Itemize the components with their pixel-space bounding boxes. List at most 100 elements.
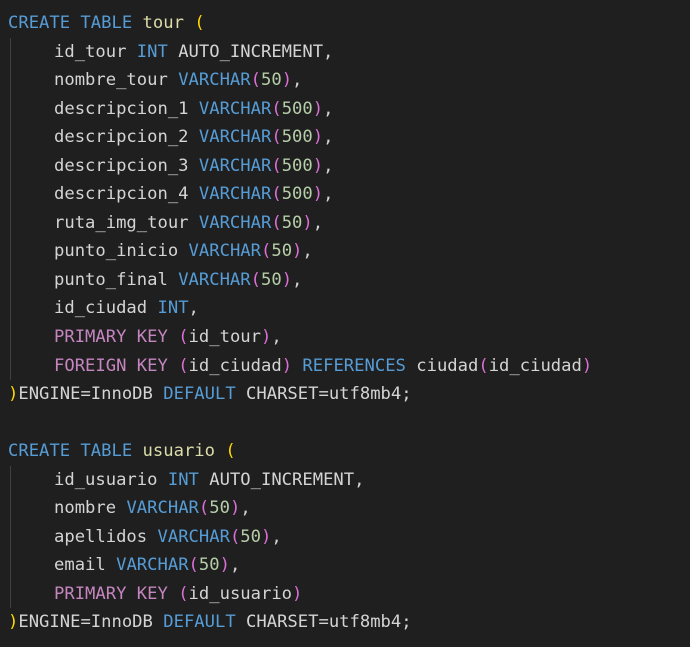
code-line[interactable]: descripcion_2 VARCHAR(500), bbox=[8, 123, 690, 152]
indent-guide bbox=[10, 151, 11, 181]
code-line[interactable]: CREATE TABLE usuario ( bbox=[8, 437, 690, 466]
bracket: ( bbox=[198, 498, 210, 519]
sql-keyword: CREATE TABLE bbox=[8, 13, 133, 33]
punctuation: , bbox=[271, 526, 282, 547]
identifier: descripcion_3 bbox=[54, 155, 189, 176]
table-name: usuario bbox=[142, 441, 215, 462]
bracket: ( bbox=[178, 355, 189, 376]
punctuation: , bbox=[323, 98, 334, 119]
indent-guide bbox=[10, 522, 11, 552]
identifier: nombre bbox=[54, 498, 117, 519]
indent-guide bbox=[10, 180, 11, 209]
code-line[interactable]: punto_final VARCHAR(50), bbox=[8, 265, 690, 295]
code-line[interactable]: email VARCHAR(50), bbox=[8, 551, 690, 580]
punctuation: , bbox=[240, 498, 251, 519]
number-literal: 50 bbox=[260, 269, 282, 290]
code-line[interactable]: nombre_tour VARCHAR(50), bbox=[8, 66, 690, 95]
indent-guide bbox=[10, 208, 11, 238]
code-line[interactable]: punto_inicio VARCHAR(50), bbox=[8, 237, 690, 266]
sql-keyword: VARCHAR bbox=[126, 498, 199, 519]
indent-guide bbox=[10, 237, 11, 266]
bracket: ) bbox=[292, 583, 303, 604]
identifier: CHARSET=utf8mb4; bbox=[235, 384, 412, 405]
identifier: ciudad bbox=[416, 355, 479, 376]
code-line[interactable]: ruta_img_tour VARCHAR(50), bbox=[8, 208, 690, 238]
identifier: id_usuario bbox=[188, 583, 293, 604]
sql-keyword: VARCHAR bbox=[198, 184, 272, 205]
table-name: tour bbox=[142, 13, 184, 33]
identifier: AUTO_INCREMENT, bbox=[198, 469, 365, 490]
identifier: id_ciudad bbox=[488, 355, 582, 376]
bracket: ) bbox=[8, 612, 19, 633]
bracket: ( bbox=[194, 13, 205, 33]
code-line[interactable]: descripcion_1 VARCHAR(500), bbox=[8, 94, 690, 124]
punctuation: , bbox=[188, 298, 199, 319]
code-line[interactable]: FOREIGN KEY (id_ciudad) REFERENCES ciuda… bbox=[8, 351, 690, 381]
bracket: ) bbox=[281, 355, 293, 376]
number-literal: 50 bbox=[260, 70, 282, 91]
bracket: ( bbox=[178, 327, 189, 348]
code-line[interactable]: )ENGINE=InnoDB DEFAULT CHARSET=utf8mb4; bbox=[8, 380, 690, 409]
punctuation: , bbox=[292, 70, 303, 91]
bracket: ) bbox=[8, 384, 19, 405]
code-editor[interactable]: CREATE TABLE tour (id_tour INT AUTO_INCR… bbox=[0, 0, 690, 647]
code-line[interactable]: PRIMARY KEY (id_tour), bbox=[8, 323, 690, 352]
number-literal: 50 bbox=[281, 212, 303, 233]
code-line[interactable]: id_usuario INT AUTO_INCREMENT, bbox=[8, 465, 690, 495]
sql-constraint-keyword: PRIMARY KEY bbox=[54, 583, 168, 604]
sql-keyword: VARCHAR bbox=[198, 212, 272, 233]
code-line[interactable]: CREATE TABLE tour ( bbox=[8, 9, 690, 38]
number-literal: 500 bbox=[281, 155, 313, 176]
indent-guide bbox=[10, 37, 11, 67]
identifier: nombre_tour bbox=[54, 70, 168, 91]
identifier: id_tour bbox=[188, 327, 261, 348]
number-literal: 50 bbox=[240, 526, 261, 547]
bracket: ) bbox=[260, 327, 272, 348]
identifier: apellidos bbox=[54, 526, 148, 547]
indent-guide bbox=[10, 94, 11, 124]
blank-line[interactable] bbox=[8, 409, 690, 438]
bracket: ( bbox=[271, 155, 282, 176]
sql-keyword: VARCHAR bbox=[157, 526, 230, 547]
indent-guide bbox=[10, 494, 11, 523]
number-literal: 500 bbox=[281, 127, 313, 148]
sql-constraint-keyword: FOREIGN KEY bbox=[54, 355, 168, 376]
bracket: ( bbox=[271, 184, 282, 205]
identifier: id_usuario bbox=[54, 469, 158, 490]
code-line[interactable]: nombre VARCHAR(50), bbox=[8, 494, 690, 523]
bracket: ( bbox=[478, 355, 489, 376]
indent-guide bbox=[10, 551, 11, 580]
bracket: ( bbox=[225, 441, 236, 462]
number-literal: 500 bbox=[281, 98, 313, 119]
bracket: ( bbox=[229, 526, 241, 547]
code-line[interactable]: descripcion_4 VARCHAR(500), bbox=[8, 180, 690, 209]
code-line[interactable]: )ENGINE=InnoDB DEFAULT CHARSET=utf8mb4; bbox=[8, 608, 690, 637]
code-line[interactable]: id_tour INT AUTO_INCREMENT, bbox=[8, 37, 690, 67]
bracket: ( bbox=[271, 212, 282, 233]
sql-keyword: INT bbox=[157, 298, 189, 319]
code-line[interactable]: apellidos VARCHAR(50), bbox=[8, 522, 690, 552]
code-line[interactable]: PRIMARY KEY (id_usuario) bbox=[8, 579, 690, 609]
code-line[interactable]: descripcion_3 VARCHAR(500), bbox=[8, 151, 690, 181]
sql-keyword: VARCHAR bbox=[198, 155, 272, 176]
code-line[interactable]: id_ciudad INT, bbox=[8, 294, 690, 324]
number-literal: 500 bbox=[281, 184, 313, 205]
sql-constraint-keyword: PRIMARY KEY bbox=[54, 327, 168, 348]
sql-keyword: VARCHAR bbox=[198, 98, 272, 119]
